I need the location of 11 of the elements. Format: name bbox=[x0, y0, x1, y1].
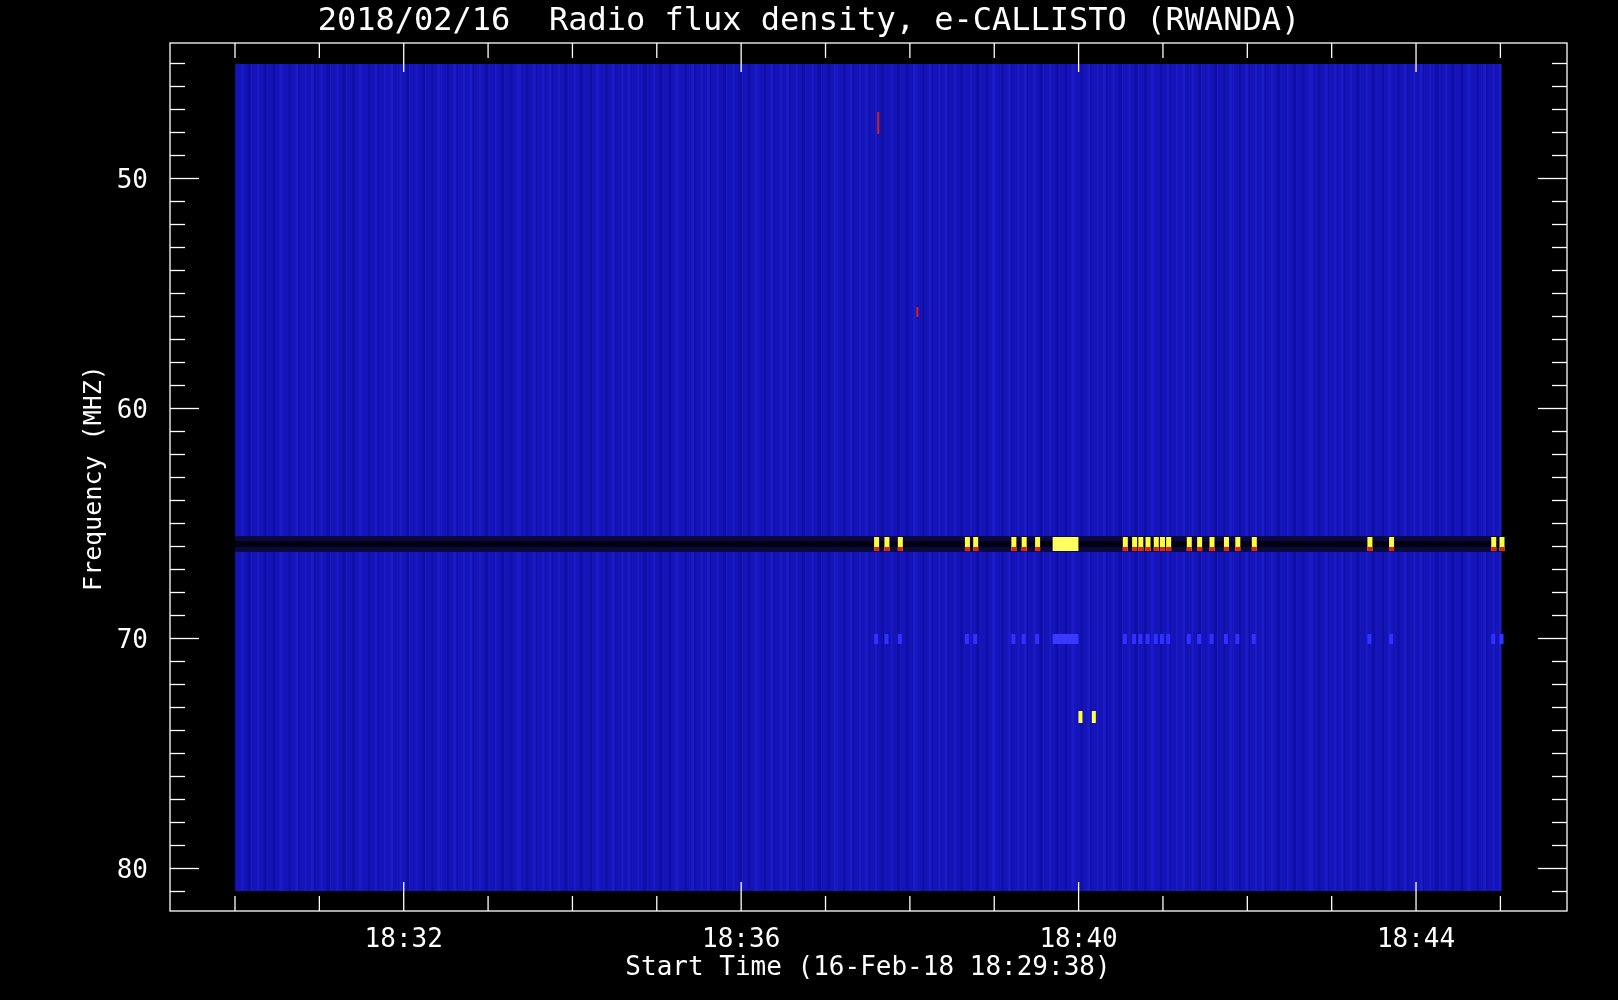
chart-title: 2018/02/16 Radio flux density, e-CALLISTO (RWANDA) bbox=[317, 0, 1301, 38]
tick-label: 18:32 bbox=[364, 923, 443, 953]
tick-label: 50 bbox=[116, 163, 148, 194]
tick-label: 80 bbox=[116, 853, 148, 884]
tick-label: 18:44 bbox=[1376, 923, 1456, 953]
tick-label: 18:40 bbox=[1039, 923, 1118, 953]
axis-title: Frequency (MHZ) bbox=[78, 365, 107, 591]
tick-label: 60 bbox=[116, 393, 148, 424]
tick-label: 70 bbox=[116, 623, 148, 654]
axis-title: Start Time (16-Feb-18 18:29:38) bbox=[625, 951, 1111, 981]
tick-label: 18:36 bbox=[702, 923, 781, 953]
